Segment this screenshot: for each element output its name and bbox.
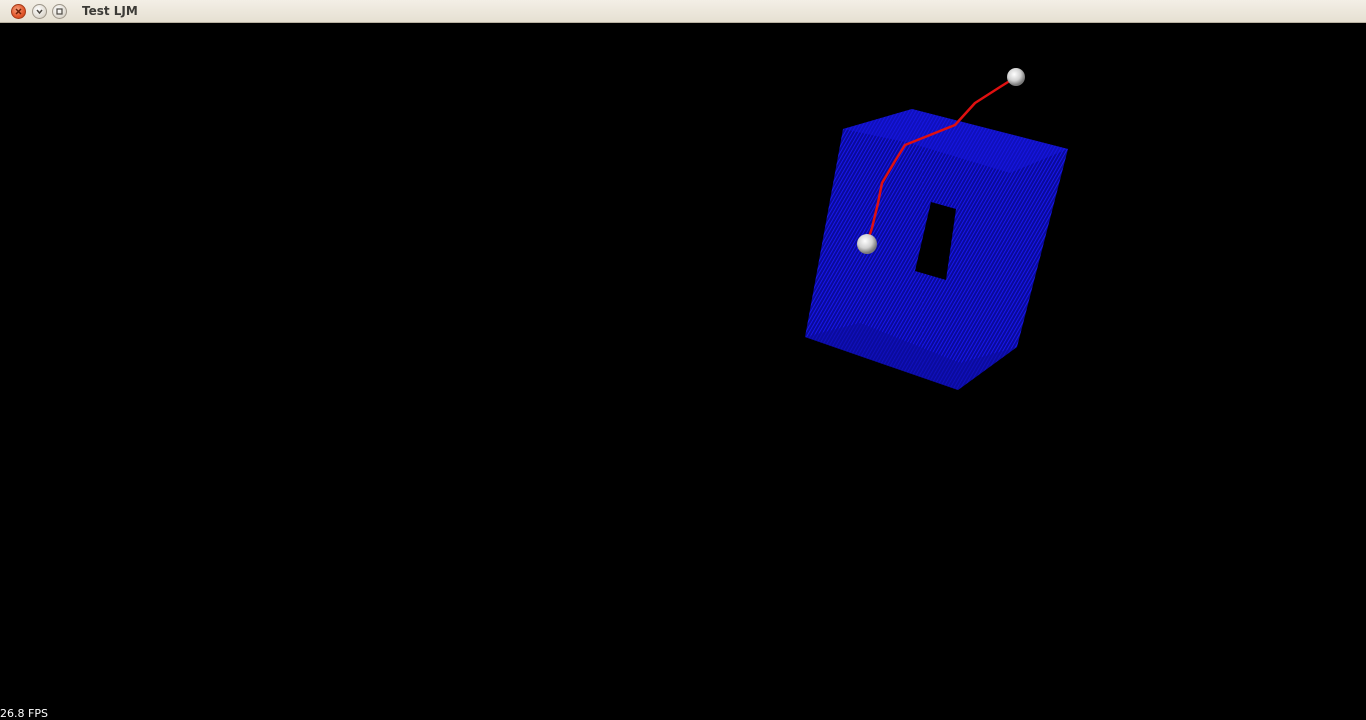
fps-counter: 26.8 FPS	[0, 707, 48, 720]
3d-viewport[interactable]	[0, 23, 1366, 720]
close-icon	[15, 8, 22, 15]
chevron-down-icon	[36, 9, 43, 15]
particle-sphere-start	[1007, 68, 1025, 86]
maximize-icon	[56, 8, 63, 15]
close-window-button[interactable]	[11, 4, 26, 19]
window-titlebar[interactable]: Test LJM	[0, 0, 1366, 23]
window-title: Test LJM	[82, 4, 138, 18]
minimize-window-button[interactable]	[32, 4, 47, 19]
scene-canvas	[805, 68, 1068, 390]
toroid-object	[805, 109, 1068, 390]
particle-sphere-end	[857, 234, 877, 254]
maximize-window-button[interactable]	[52, 4, 67, 19]
